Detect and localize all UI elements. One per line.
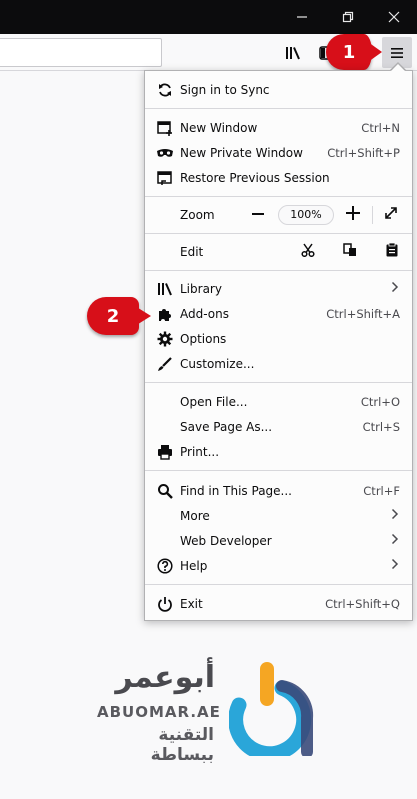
shortcut-label: Ctrl+Shift+Q — [325, 596, 400, 611]
shortcut-label: Ctrl+Shift+A — [326, 306, 400, 321]
fullscreen-icon — [385, 206, 397, 219]
zoom-reset-button[interactable]: 100% — [278, 204, 334, 225]
menu-item-label: More — [180, 508, 210, 523]
menu-item-new-window[interactable]: New Window Ctrl+N — [145, 115, 412, 140]
edit-label: Edit — [180, 244, 204, 259]
menu-separator — [145, 233, 412, 234]
chevron-right-icon — [391, 533, 399, 549]
hamburger-menu-icon — [391, 47, 403, 58]
search-icon — [155, 481, 175, 501]
paste-button[interactable] — [381, 242, 403, 262]
menu-item-label: Open File... — [180, 394, 248, 409]
url-bar[interactable] — [0, 38, 162, 67]
menu-item-zoom: Zoom 100% — [145, 202, 412, 227]
new-window-icon — [155, 118, 175, 138]
watermark-arabic-name: أبوعمر — [115, 660, 215, 695]
menu-item-web-developer[interactable]: Web Developer — [145, 528, 412, 553]
copy-button[interactable] — [339, 242, 361, 261]
chevron-right-icon — [391, 281, 399, 297]
shortcut-label: Ctrl+Shift+P — [327, 145, 400, 160]
step-1-badge: 1 — [326, 34, 382, 70]
menu-item-label: Add-ons — [180, 306, 229, 321]
library-button[interactable] — [278, 34, 308, 71]
zoom-out-button[interactable] — [249, 204, 267, 225]
panel-arrow-fill — [390, 64, 406, 72]
printer-icon — [155, 442, 175, 462]
title-bar — [0, 0, 417, 34]
menu-item-save-page[interactable]: Save Page As... Ctrl+S — [145, 414, 412, 439]
chevron-right-icon — [391, 508, 399, 524]
shortcut-label: Ctrl+F — [363, 483, 400, 498]
menu-item-edit: Edit — [145, 239, 412, 264]
menu-item-print[interactable]: Print... — [145, 439, 412, 464]
menu-item-open-file[interactable]: Open File... Ctrl+O — [145, 389, 412, 414]
menu-item-library[interactable]: Library — [145, 276, 412, 301]
plus-icon — [346, 206, 360, 220]
shortcut-label: Ctrl+S — [362, 419, 400, 434]
fullscreen-button[interactable] — [381, 206, 401, 224]
menu-item-label: Find in This Page... — [180, 483, 292, 498]
menu-item-customize[interactable]: Customize... — [145, 351, 412, 376]
zoom-label: Zoom — [180, 207, 215, 222]
menu-item-options[interactable]: Options — [145, 326, 412, 351]
menu-item-label: Help — [180, 558, 208, 573]
menu-item-label: New Private Window — [180, 145, 303, 160]
menu-item-label: Options — [180, 331, 227, 346]
minimize-button[interactable] — [279, 0, 325, 34]
paintbrush-icon — [155, 354, 175, 374]
cut-button[interactable] — [297, 243, 319, 261]
menu-item-label: Save Page As... — [180, 419, 273, 434]
library-icon — [286, 46, 300, 59]
menu-item-label: Sign in to Sync — [180, 82, 270, 97]
chevron-right-icon — [391, 558, 399, 574]
menu-item-label: New Window — [180, 120, 258, 135]
watermark-tagline: التقنية ببساطة — [150, 725, 214, 765]
menu-item-label: Exit — [180, 596, 203, 611]
menu-item-more[interactable]: More — [145, 503, 412, 528]
menu-separator — [145, 584, 412, 585]
scissors-icon — [301, 243, 315, 257]
menu-item-help[interactable]: Help — [145, 553, 412, 578]
zoom-divider — [372, 206, 373, 224]
menu-separator — [145, 470, 412, 471]
menu-item-sign-in[interactable]: Sign in to Sync — [145, 77, 412, 102]
restore-session-icon — [155, 168, 175, 188]
app-menu-panel: Sign in to Sync New Window Ctrl+N New Pr… — [144, 70, 413, 621]
menu-item-exit[interactable]: Exit Ctrl+Shift+Q — [145, 591, 412, 616]
menu-separator — [145, 270, 412, 271]
menu-item-label: Print... — [180, 444, 220, 459]
shortcut-label: Ctrl+O — [360, 394, 400, 409]
copy-icon — [343, 242, 356, 256]
zoom-in-button[interactable] — [344, 204, 362, 225]
library-icon — [155, 279, 175, 299]
sync-icon — [155, 80, 175, 100]
abuomar-logo-mark-icon — [229, 662, 314, 756]
menu-item-new-private-window[interactable]: New Private Window Ctrl+Shift+P — [145, 140, 412, 165]
gear-icon — [155, 329, 175, 349]
close-icon — [388, 11, 400, 23]
private-browsing-mask-icon — [155, 143, 175, 163]
menu-item-find[interactable]: Find in This Page... Ctrl+F — [145, 478, 412, 503]
minus-icon — [252, 213, 264, 215]
menu-item-label: Restore Previous Session — [180, 170, 330, 185]
power-icon — [155, 594, 175, 614]
watermark-english-name: ABUOMAR.AE — [97, 703, 221, 721]
shortcut-label: Ctrl+N — [361, 120, 400, 135]
menu-item-add-ons[interactable]: Add-ons Ctrl+Shift+A — [145, 301, 412, 326]
menu-item-label: Library — [180, 281, 222, 296]
step-2-badge: 2 — [87, 297, 151, 335]
puzzle-piece-icon — [155, 304, 175, 324]
clipboard-icon — [386, 242, 398, 256]
minimize-icon — [297, 16, 307, 18]
restore-button[interactable] — [325, 0, 371, 34]
close-button[interactable] — [371, 0, 417, 34]
menu-separator — [145, 382, 412, 383]
help-icon — [155, 556, 175, 576]
menu-item-restore-session[interactable]: Restore Previous Session — [145, 165, 412, 190]
menu-separator — [145, 196, 412, 197]
menu-item-label: Web Developer — [180, 533, 272, 548]
menu-item-label: Customize... — [180, 356, 255, 371]
restore-icon — [342, 11, 354, 23]
menu-separator — [145, 108, 412, 109]
